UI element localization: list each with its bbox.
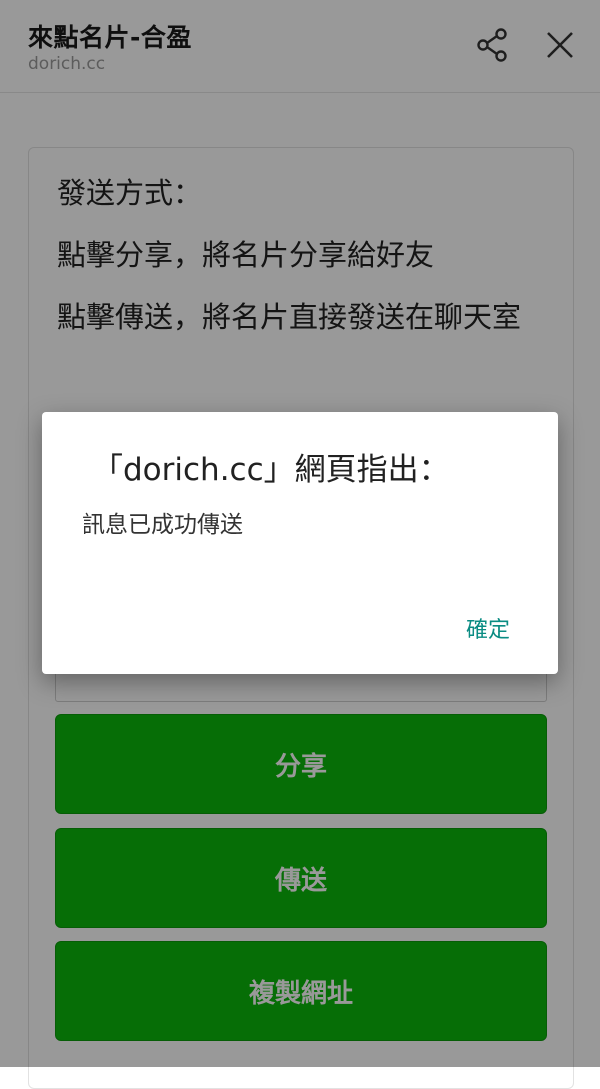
dialog-title: 「dorich.cc」網頁指出： (92, 452, 450, 488)
alert-dialog: 「dorich.cc」網頁指出： 訊息已成功傳送 確定 (42, 412, 558, 674)
dialog-message: 訊息已成功傳送 (82, 512, 243, 538)
confirm-button[interactable]: 確定 (466, 612, 510, 644)
